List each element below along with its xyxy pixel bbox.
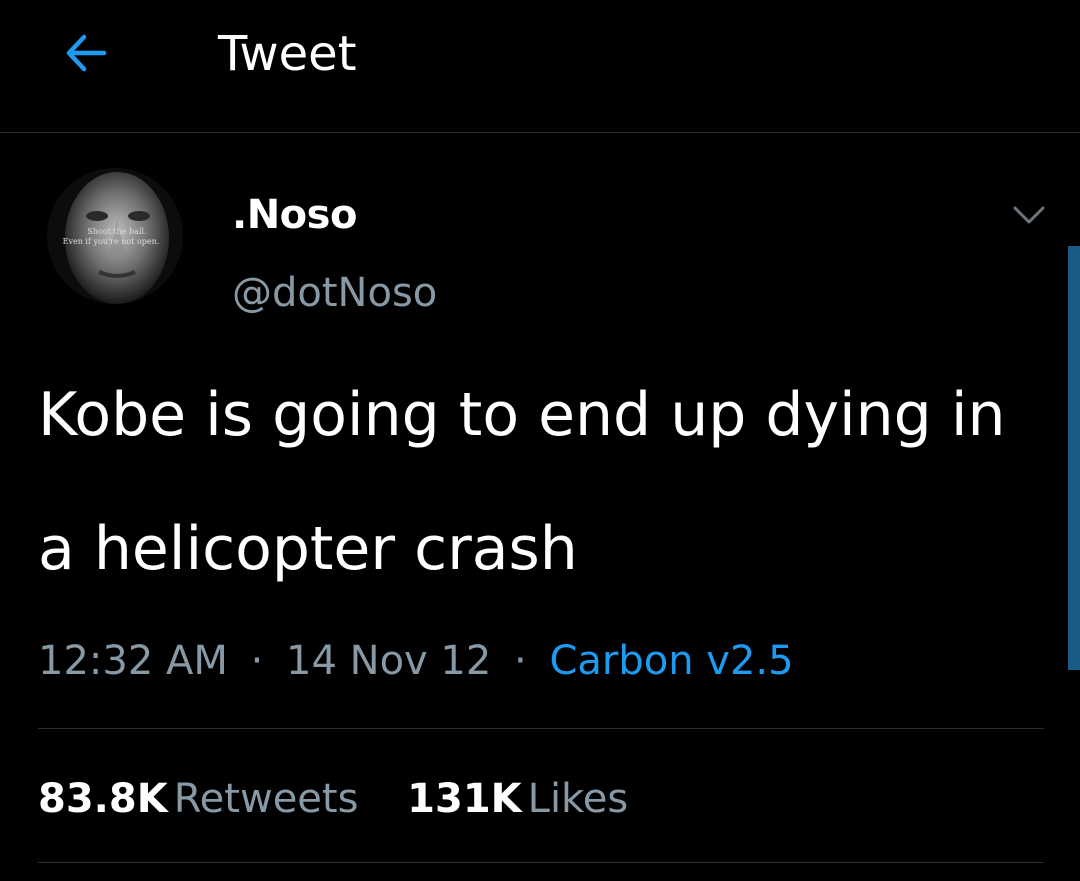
tweet-meta: 12:32 AM · 14 Nov 12 · Carbon v2.5 [38,634,794,688]
likes-label: Likes [527,776,629,822]
svg-text:Shoot the ball.: Shoot the ball. [87,227,146,236]
retweets-count: 83.8K [38,776,168,822]
chevron-down-icon [1013,206,1045,224]
display-name[interactable]: .Noso [232,190,357,240]
avatar-image: Shoot the ball. Even if you're not open. [47,168,183,304]
meta-separator: · [514,638,527,684]
tweet-date: 14 Nov 12 [286,638,492,684]
tweet-source-link[interactable]: Carbon v2.5 [549,638,793,684]
avatar[interactable]: Shoot the ball. Even if you're not open. [47,168,183,304]
likes-count: 131K [407,776,522,822]
meta-separator: · [250,638,264,684]
stats-divider-top [38,728,1044,729]
svg-text:Even if you're not open.: Even if you're not open. [63,237,160,246]
retweets-label: Retweets [173,776,359,822]
page-title: Tweet [218,26,357,82]
likes-stat[interactable]: 131K Likes [407,776,628,822]
user-handle[interactable]: @dotNoso [232,268,437,318]
retweets-stat[interactable]: 83.8K Retweets [38,776,371,822]
tweet-menu-button[interactable] [1008,200,1050,230]
back-button[interactable] [50,22,122,84]
scrollbar[interactable] [1068,246,1080,670]
top-app-bar: Tweet [0,0,1080,132]
header-divider [0,132,1080,133]
stats-divider-bottom [38,862,1044,863]
arrow-left-icon [66,34,107,72]
tweet-text: Kobe is going to end up dying in a helic… [38,380,1006,584]
tweet-stats: 83.8K Retweets 131K Likes [38,772,664,826]
tweet-time: 12:32 AM [38,638,228,684]
